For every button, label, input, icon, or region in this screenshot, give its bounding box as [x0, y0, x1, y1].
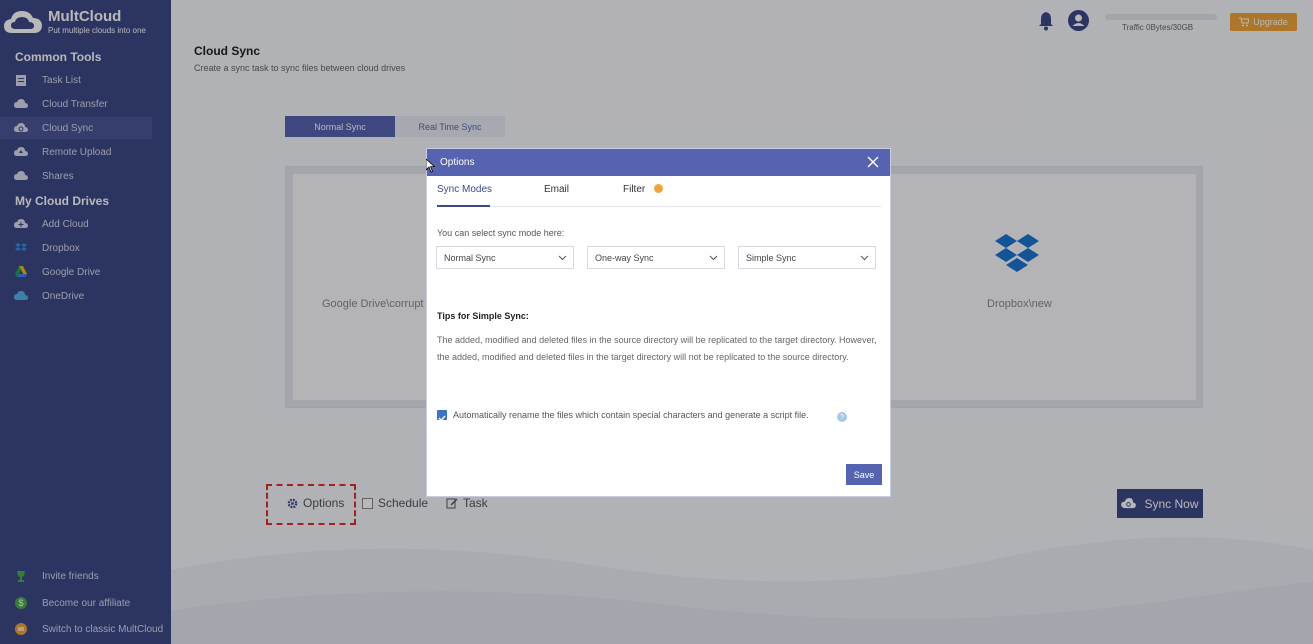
checkmark-icon [438, 415, 446, 422]
filter-badge-icon [654, 184, 664, 193]
sync-mode-prompt: You can select sync mode here: [437, 228, 565, 238]
save-button[interactable]: Save [846, 464, 882, 485]
tips-text: The added, modified and deleted files in… [437, 335, 877, 362]
dialog-header: Options [427, 149, 890, 176]
sync-method-select[interactable]: Simple Sync [738, 246, 876, 269]
chevron-down-icon [558, 255, 567, 261]
dialog-title: Options [440, 157, 475, 168]
rename-checkbox-label: Automatically rename the files which con… [453, 410, 809, 420]
tab-email[interactable]: Email [544, 184, 569, 195]
sync-direction-select[interactable]: One-way Sync [587, 246, 725, 269]
tab-filter[interactable]: Filter [623, 184, 664, 195]
tab-sync-modes[interactable]: Sync Modes [437, 184, 492, 195]
tab-label: Sync Modes [437, 184, 493, 195]
tips-title: Tips for Simple Sync: [437, 311, 529, 321]
tab-label: Filter [623, 184, 646, 195]
sync-mode-select[interactable]: Normal Sync [436, 246, 574, 269]
options-dialog: Options Sync Modes Email Filter You can … [426, 148, 891, 497]
help-icon[interactable]: ? [837, 412, 847, 422]
close-icon[interactable] [866, 155, 880, 169]
tab-label: Email [544, 184, 570, 195]
active-tab-underline [437, 205, 490, 207]
select-value: Normal Sync [444, 252, 496, 263]
select-value: Simple Sync [746, 252, 797, 263]
mouse-cursor-icon [426, 159, 435, 173]
rename-checkbox[interactable] [437, 410, 447, 422]
dialog-tabs: Sync Modes Email Filter [437, 176, 881, 207]
chevron-down-icon [860, 255, 869, 261]
select-value: One-way Sync [595, 252, 654, 263]
chevron-down-icon [709, 255, 718, 261]
